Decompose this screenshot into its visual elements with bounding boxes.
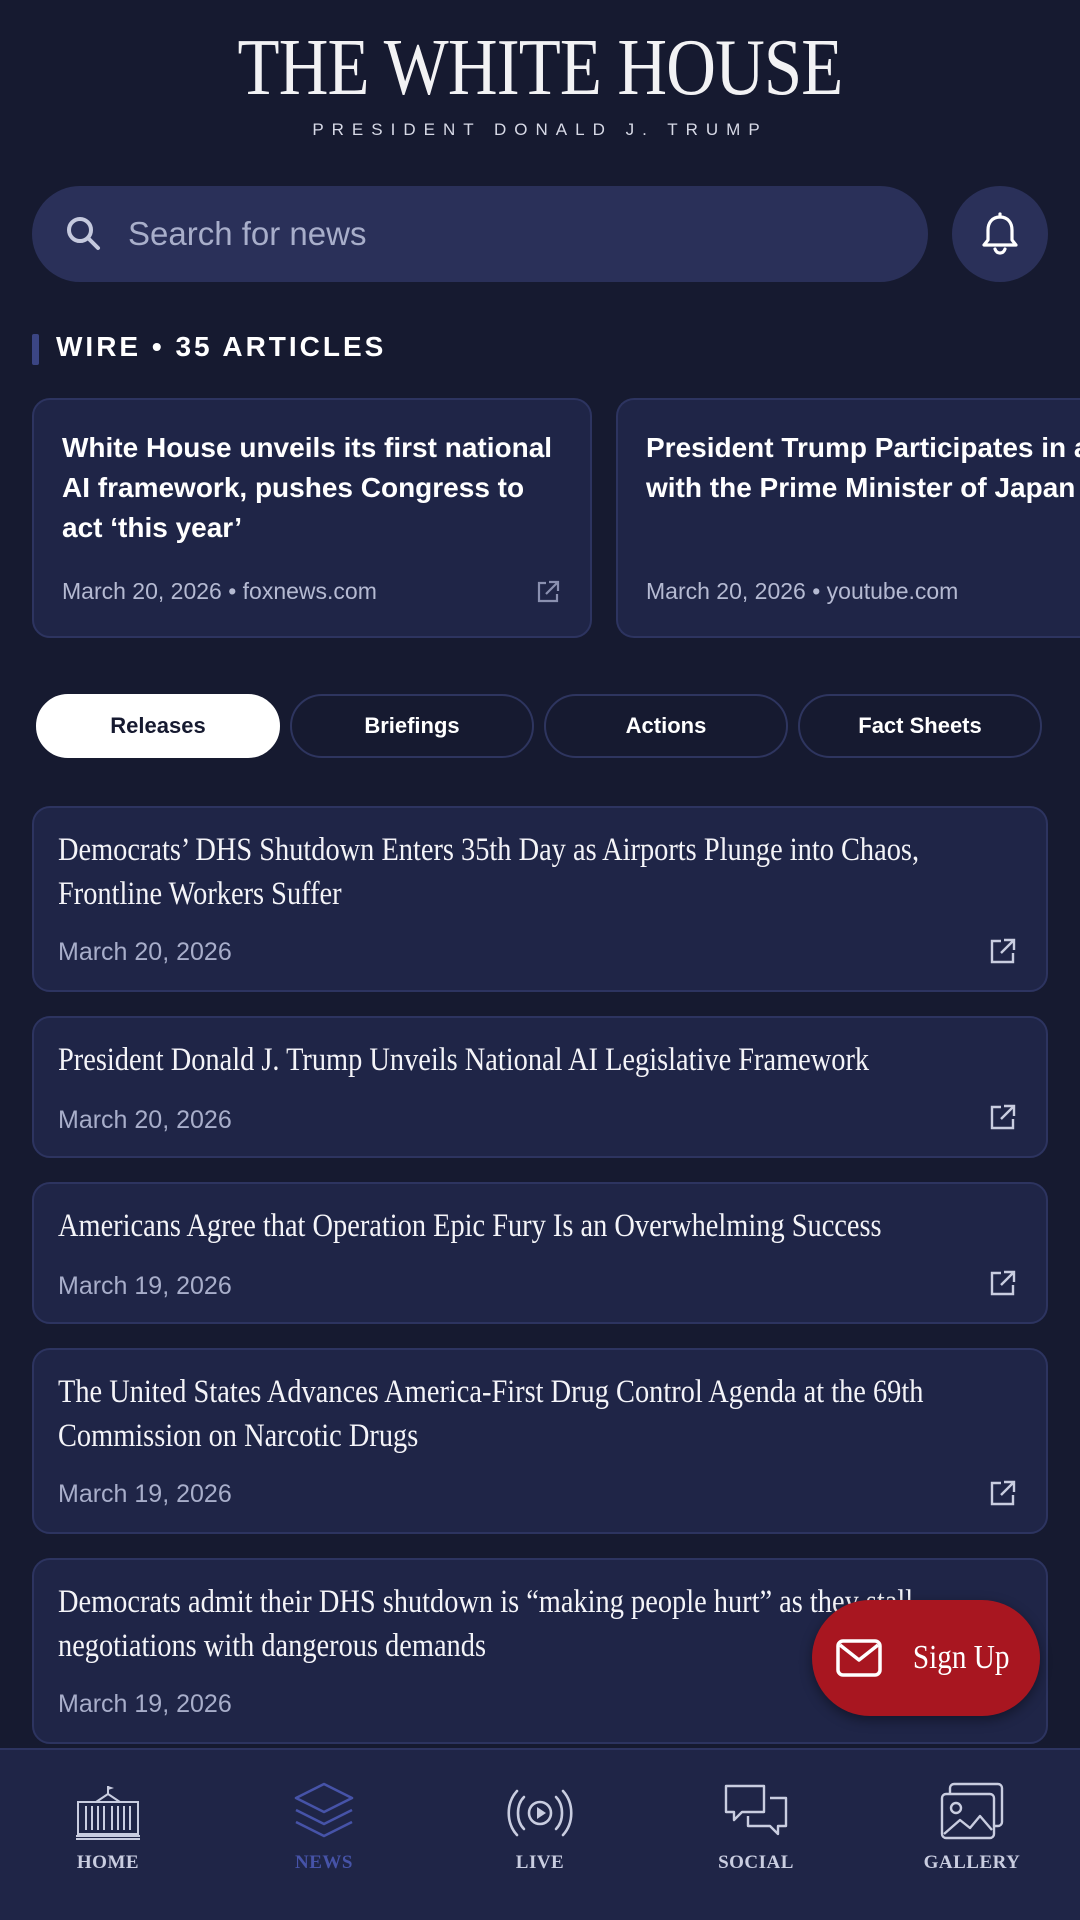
nav-label: HOME [76, 1852, 140, 1873]
tab-briefings[interactable]: Briefings [290, 694, 534, 758]
release-date: March 19, 2026 [58, 1690, 232, 1718]
release-title: Americans Agree that Operation Epic Fury… [58, 1208, 882, 1244]
release-date: March 19, 2026 [58, 1480, 232, 1508]
nav-social[interactable]: SOCIAL [648, 1780, 864, 1890]
sign-up-label: Sign Up [912, 1639, 1010, 1676]
page-title: THE WHITE HOUSE [237, 24, 844, 112]
release-date: March 19, 2026 [58, 1272, 232, 1300]
wire-card-title: White House unveils its first national A… [62, 432, 553, 543]
nav-home[interactable]: HOME [0, 1780, 216, 1890]
tab-releases[interactable]: Releases [36, 694, 280, 758]
external-link-icon[interactable] [988, 1478, 1018, 1508]
nav-gallery[interactable]: GALLERY [864, 1780, 1080, 1890]
layers-icon [294, 1782, 354, 1838]
tab-fact-sheets[interactable]: Fact Sheets [798, 694, 1042, 758]
release-card[interactable]: President Donald J. Trump Unveils Nation… [32, 1016, 1048, 1158]
gallery-icon [940, 1782, 1004, 1840]
search-icon [67, 217, 100, 250]
nav-label: GALLERY [923, 1852, 1021, 1873]
external-link-icon[interactable] [988, 1268, 1018, 1298]
wire-card-title: President Trump Participates in a Dinner… [646, 432, 1080, 503]
page-subtitle: PRESIDENT DONALD J. TRUMP [312, 120, 768, 139]
wire-card[interactable]: President Trump Participates in a Dinner… [616, 398, 1080, 638]
nav-news[interactable]: NEWS [216, 1780, 432, 1890]
section-accent-bar [32, 334, 39, 365]
release-card[interactable]: The United States Advances America-First… [32, 1348, 1048, 1534]
release-date: March 20, 2026 [58, 1106, 232, 1134]
release-title: Democrats’ DHS Shutdown Enters 35th Day … [58, 832, 920, 912]
mail-icon [836, 1639, 882, 1677]
bell-icon [982, 212, 1018, 255]
wire-card[interactable]: White House unveils its first national A… [32, 398, 592, 638]
live-broadcast-icon [507, 1789, 573, 1837]
nav-label: LIVE [515, 1852, 565, 1873]
release-card[interactable]: Americans Agree that Operation Epic Fury… [32, 1182, 1048, 1324]
external-link-icon[interactable] [988, 1102, 1018, 1132]
white-house-icon [76, 1786, 140, 1840]
nav-label: NEWS [295, 1852, 353, 1873]
wire-section-title: WIRE • 35 ARTICLES [56, 331, 387, 362]
release-title: The United States Advances America-First… [58, 1374, 924, 1454]
nav-label: SOCIAL [718, 1852, 794, 1873]
chat-bubbles-icon [724, 1784, 788, 1836]
release-card[interactable]: Democrats’ DHS Shutdown Enters 35th Day … [32, 806, 1048, 992]
wire-card-meta: March 20, 2026 • foxnews.com [62, 578, 377, 604]
notifications-button[interactable] [952, 186, 1048, 282]
wire-card-meta: March 20, 2026 • youtube.com [646, 578, 959, 604]
sign-up-button[interactable]: Sign Up [812, 1600, 1040, 1716]
bottom-navigation: HOME NEWS LIVE SOCIAL GALLERY [0, 1748, 1080, 1920]
search-bar[interactable] [32, 186, 928, 282]
release-title: President Donald J. Trump Unveils Nation… [58, 1042, 870, 1078]
external-link-icon[interactable] [534, 578, 562, 606]
search-input[interactable] [126, 214, 890, 254]
nav-live[interactable]: LIVE [432, 1780, 648, 1890]
external-link-icon[interactable] [988, 936, 1018, 966]
tab-actions[interactable]: Actions [544, 694, 788, 758]
release-date: March 20, 2026 [58, 938, 232, 966]
